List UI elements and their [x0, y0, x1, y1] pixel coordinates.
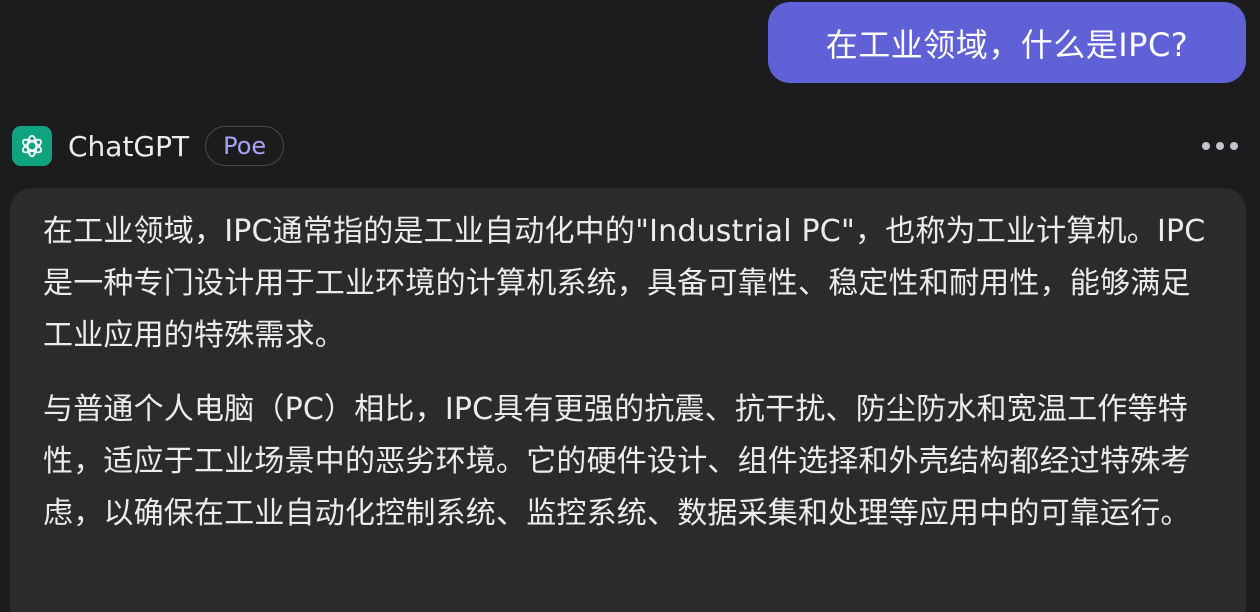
bot-message-bubble: 在工业领域，IPC通常指的是工业自动化中的"Industrial PC"，也称为… — [10, 188, 1246, 612]
user-message-bubble: 在工业领域，什么是IPC? — [768, 2, 1246, 83]
bot-header: ChatGPT Poe — [12, 124, 1246, 168]
bot-message-paragraph: 在工业领域，IPC通常指的是工业自动化中的"Industrial PC"，也称为… — [43, 214, 1206, 353]
more-horizontal-icon — [1202, 142, 1210, 150]
bot-name[interactable]: ChatGPT — [68, 130, 189, 163]
bot-platform-badge: Poe — [205, 126, 285, 166]
bot-message-paragraph: 与普通个人电脑（PC）相比，IPC具有更强的抗震、抗干扰、防尘防水和宽温工作等特… — [43, 392, 1191, 531]
more-options-button[interactable] — [1194, 126, 1238, 166]
chat-page: 在工业领域，什么是IPC? ChatGPT Poe 在工业领域，IPC通常指的是… — [0, 0, 1260, 612]
user-message-text: 在工业领域，什么是IPC? — [825, 25, 1189, 64]
openai-logo-icon[interactable] — [12, 126, 52, 166]
